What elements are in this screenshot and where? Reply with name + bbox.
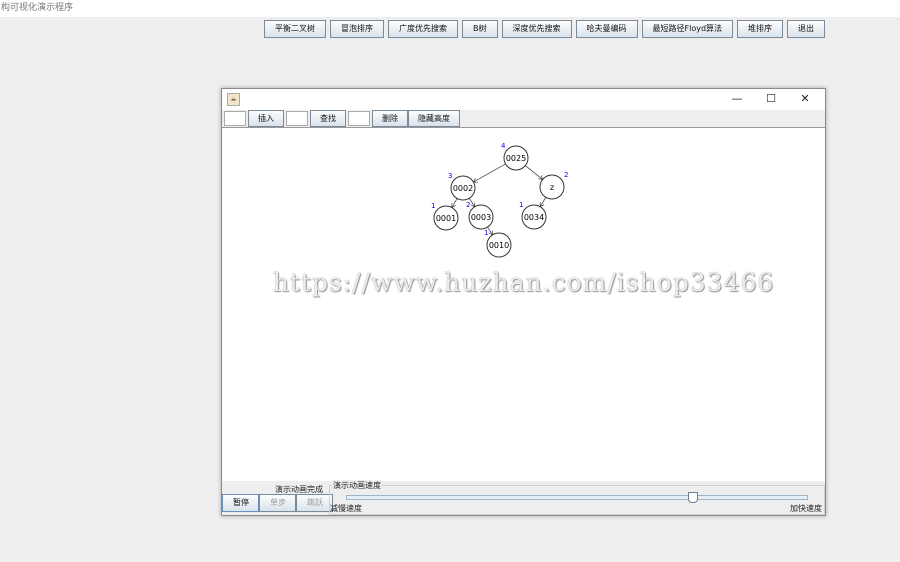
tree-edge (539, 197, 547, 206)
insert-button[interactable]: 插入 (248, 110, 284, 127)
tree-node-label: 0010 (489, 241, 509, 250)
menu-button-4[interactable]: 深度优先搜索 (501, 20, 572, 38)
minimize-button[interactable]: — (722, 91, 752, 107)
find-button[interactable]: 查找 (310, 110, 346, 127)
app-title: 构可视化演示程序 (0, 0, 900, 17)
tree-node-label: 0034 (524, 213, 544, 222)
delete-input[interactable] (348, 111, 370, 126)
tree-node-height: 2 (564, 171, 568, 179)
avl-tree-window: ☕ — ☐ ✕ 插入 查找 删除 隐藏高度 0025 4 0002 3 z 2 0001 1 0… (221, 88, 826, 516)
pause-button[interactable]: 暂停 (222, 494, 259, 512)
tree-node-label: 0025 (506, 154, 526, 163)
menu-button-7[interactable]: 堆排序 (737, 20, 784, 38)
watermark: https://www.huzhan.com/ishop33466 (272, 268, 775, 297)
tree-node-height: 1 (519, 201, 523, 209)
find-input[interactable] (286, 111, 308, 126)
menu-button-8[interactable]: 退出 (787, 20, 826, 38)
speed-title: 演示动画速度 (332, 480, 382, 491)
main-menu-bar: 平衡二叉树 冒泡排序 广度优先搜索 B树 深度优先搜索 哈夫曼编码 最短路径Floyd算法堆… (264, 20, 826, 38)
speed-slider[interactable] (346, 492, 808, 503)
maximize-button[interactable]: ☐ (756, 91, 786, 107)
tree-node-height: 1 (431, 202, 435, 210)
menu-button-0[interactable]: 平衡二叉树 (264, 20, 326, 38)
menu-button-1[interactable]: 冒泡排序 (330, 20, 384, 38)
tree-toolbar: 插入 查找 删除 隐藏高度 (222, 110, 825, 128)
tree-node-height: 4 (501, 142, 506, 150)
animation-controls: 演示动画完成 暂停 单步 跳跃 演示动画速度 减慢速度 加快速度 (222, 480, 825, 515)
tree-node-label: 0001 (436, 214, 456, 223)
tree-canvas: 0025 4 0002 3 z 2 0001 1 0003 2 0034 1 0010 1 https:/… (222, 128, 825, 481)
menu-button-6[interactable]: 最短路径Floyd算法 (641, 20, 734, 38)
speed-slider-thumb[interactable] (688, 492, 698, 503)
faster-label: 加快速度 (790, 504, 822, 513)
tree-diagram: 0025400023z200011000320034100101 (431, 142, 568, 258)
menu-button-5[interactable]: 哈夫曼编码 (575, 20, 638, 38)
tree-node-height: 3 (448, 172, 452, 180)
tree-node-height: 2 (466, 201, 470, 209)
java-icon: ☕ (227, 93, 240, 106)
tree-node-label: 0003 (471, 213, 491, 222)
menu-button-3[interactable]: B树 (462, 20, 498, 38)
close-button[interactable]: ✕ (790, 91, 820, 107)
tree-edge (525, 165, 542, 180)
hide-height-button[interactable]: 隐藏高度 (408, 110, 460, 127)
tree-edge (473, 163, 506, 182)
slower-label: 减慢速度 (330, 504, 362, 513)
tree-node-label: z (550, 183, 554, 192)
tree-edge (452, 198, 458, 207)
tree-node-height: 1 (484, 229, 488, 237)
window-title-bar[interactable]: ☕ — ☐ ✕ (222, 89, 825, 109)
tree-node-label: 0002 (453, 184, 473, 193)
insert-input[interactable] (224, 111, 246, 126)
step-button[interactable]: 单步 (259, 494, 296, 512)
delete-button[interactable]: 删除 (372, 110, 408, 127)
speed-panel: 演示动画速度 减慢速度 加快速度 (329, 480, 825, 515)
menu-button-2[interactable]: 广度优先搜索 (388, 20, 458, 38)
skip-button[interactable]: 跳跃 (296, 494, 333, 512)
